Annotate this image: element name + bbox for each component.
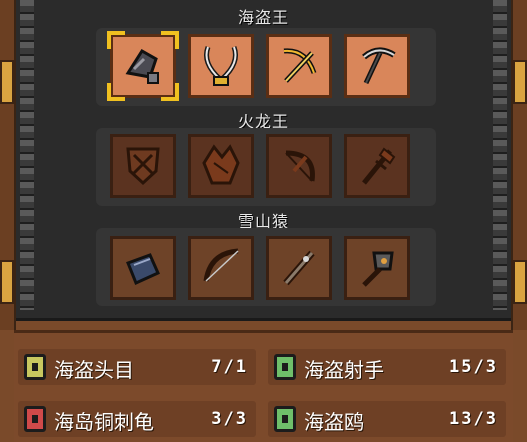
dragon-armor-icon (202, 144, 240, 185)
item-slot[interactable] (266, 34, 332, 98)
twin-swords-icon (204, 46, 238, 86)
book-icon (24, 406, 46, 432)
monster-name: 海盗鸥 (304, 410, 364, 434)
item-slot[interactable] (344, 134, 410, 198)
boss-drops-panel: 海盗王 火龙王 雪山猿 (16, 0, 511, 321)
monster-name: 海岛铜刺龟 (54, 410, 154, 434)
item-slot[interactable] (110, 236, 176, 300)
shield-icon (126, 147, 160, 186)
left-frame (0, 0, 16, 330)
war-hammer-icon (362, 251, 394, 287)
golden-crossbow-icon (283, 48, 317, 83)
item-slot[interactable] (344, 236, 410, 300)
long-bow-icon (203, 248, 239, 282)
fire-staff-icon (362, 147, 396, 185)
frame-notch (513, 60, 527, 104)
item-slot[interactable] (188, 34, 254, 98)
kill-count: 13/3 (449, 409, 498, 429)
book-icon (24, 354, 46, 380)
monster-kill-list: 海盗头目 7/1 海盗射手 15/3 海岛铜刺龟 3/3 海盗鸥 13/3 (14, 330, 513, 442)
kill-count: 15/3 (449, 357, 498, 377)
right-frame (511, 0, 527, 330)
monster-name: 海盗射手 (304, 358, 384, 382)
item-slot[interactable] (266, 134, 332, 198)
kill-count: 3/3 (211, 409, 248, 429)
frame-notch (0, 260, 14, 304)
item-slot[interactable] (188, 236, 254, 300)
ice-book-icon (126, 253, 160, 286)
book-icon (274, 354, 296, 380)
item-slot[interactable] (188, 134, 254, 198)
list-item[interactable]: 海盗射手 15/3 (268, 349, 506, 385)
list-item[interactable]: 海盗鸥 13/3 (268, 401, 506, 437)
chain-decoration (493, 0, 507, 310)
dragon-bow-icon (285, 150, 315, 182)
item-slot[interactable] (107, 31, 179, 101)
frame-notch (0, 60, 14, 104)
anchor-weapon-icon (125, 48, 159, 84)
frame-notch (513, 260, 527, 304)
pickaxe-icon (362, 47, 396, 85)
item-slot[interactable] (266, 236, 332, 300)
item-slot[interactable] (110, 134, 176, 198)
chain-decoration (20, 0, 34, 310)
boss-title: 海盗王 (237, 8, 289, 27)
spiked-club-icon (283, 250, 315, 286)
item-slot[interactable] (344, 34, 410, 98)
list-item[interactable]: 海岛铜刺龟 3/3 (18, 401, 256, 437)
monster-name: 海盗头目 (54, 358, 134, 382)
list-item[interactable]: 海盗头目 7/1 (18, 349, 256, 385)
kill-count: 7/1 (211, 357, 248, 377)
book-icon (274, 406, 296, 432)
